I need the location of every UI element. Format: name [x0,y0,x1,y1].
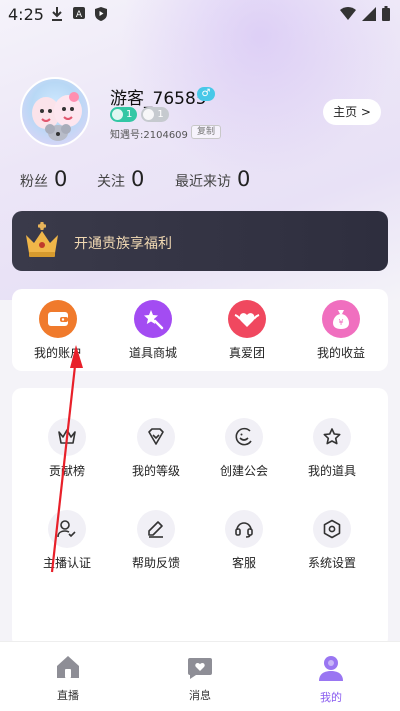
stat-following[interactable]: 关注 0 [97,167,144,191]
signal-icon [362,6,376,21]
grid-system-settings[interactable]: 系统设置 [287,510,377,571]
status-bar: 4:25 A [0,0,400,28]
vip-banner-text: 开通贵族享福利 [74,236,172,252]
feature-my-account[interactable]: 我的账户 [13,300,103,361]
nav-messages[interactable]: 消息 [160,654,240,703]
headset-icon [225,510,263,548]
user-check-icon [48,510,86,548]
svg-text:¥: ¥ [338,318,343,327]
grid-customer-service[interactable]: 客服 [199,510,289,571]
username: 游客_76585 [110,89,207,109]
wealth-level-badge: 1 [110,107,138,122]
feature-true-love-group[interactable]: 真爱团 [202,300,292,361]
vip-banner[interactable] [12,211,388,271]
message-heart-icon [188,658,212,679]
shield-play-icon [95,7,107,21]
wifi-icon [340,6,356,20]
home-page-button[interactable]: 主页 > [323,99,381,125]
copy-id-button[interactable]: 复制 [191,125,222,139]
gender-male-icon: ♂ [197,87,215,101]
settings-hex-icon [313,510,351,548]
avatar[interactable] [20,77,90,147]
user-id: 知遇号:2104609 [110,130,188,141]
nav-mine[interactable]: 我的 [291,654,371,705]
diamond-icon [112,109,123,120]
feature-my-earnings[interactable]: ¥ 我的收益 [296,300,386,361]
edit-icon [137,510,175,548]
level-badges: 1 1 [110,107,169,122]
stat-fans[interactable]: 粉丝 0 [20,167,67,191]
status-time: 4:25 [8,5,44,24]
smile-icon [225,418,263,456]
grid-my-props[interactable]: 我的道具 [287,418,377,479]
winged-heart-icon [228,300,266,338]
feature-prop-store[interactable]: 道具商城 [108,300,198,361]
star-badge-icon [143,109,155,120]
wallet-icon [39,300,77,338]
download-icon [52,7,62,21]
grid-my-level[interactable]: 我的等级 [111,418,201,479]
stat-recent-visitors[interactable]: 最近来访 0 [175,167,250,191]
nav-live[interactable]: 直播 [28,654,108,703]
star-icon [313,418,351,456]
crown-icon [26,222,58,257]
grid-contribution-ranking[interactable]: 贡献榜 [22,418,112,479]
money-bag-icon: ¥ [322,300,360,338]
grid-streamer-verification[interactable]: 主播认证 [22,510,112,571]
charm-level-badge: 1 [141,107,169,122]
a-box-icon: A [73,7,85,20]
grid-create-guild[interactable]: 创建公会 [199,418,289,479]
home-icon [57,656,79,678]
crown-outline-icon [48,418,86,456]
battery-icon [382,6,390,21]
person-icon [319,656,343,681]
svg-text:A: A [76,10,83,20]
star-wand-icon [134,300,172,338]
level-badge-icon [137,418,175,456]
grid-help-feedback[interactable]: 帮助反馈 [111,510,201,571]
